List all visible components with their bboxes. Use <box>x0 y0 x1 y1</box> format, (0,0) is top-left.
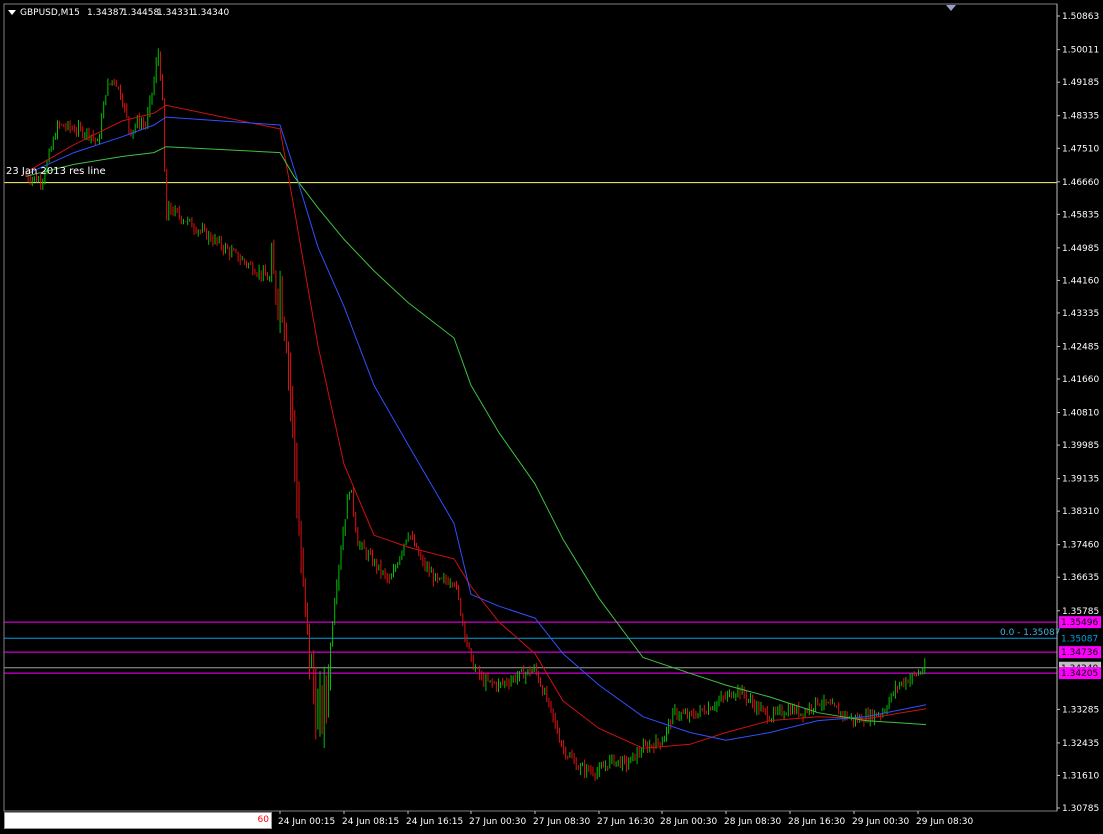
y-tick-label: 1.50011 <box>1062 46 1099 56</box>
axes: 1.50863 1.50011 1.49185 1.48335 1.47510 1.466… <box>3 3 1101 827</box>
close-value: 1.34340 <box>192 8 229 18</box>
y-tick-label: 1.35785 <box>1062 607 1099 617</box>
x-tick-label: 24 Jun 16:15 <box>406 817 463 827</box>
y-tick-label: 1.41660 <box>1062 375 1099 385</box>
y-tick-label: 1.44985 <box>1062 244 1099 254</box>
y-tick-label: 1.44160 <box>1062 276 1099 286</box>
y-tick-label: 1.39135 <box>1062 475 1099 485</box>
scroll-marker-icon[interactable] <box>946 5 956 11</box>
y-tick-label: 1.40810 <box>1062 409 1099 419</box>
plot-frame <box>3 3 1058 812</box>
x-tick-label: 27 Jun 00:30 <box>469 817 526 827</box>
y-tick-label: 1.42485 <box>1062 342 1099 352</box>
y-tick-label: 1.32435 <box>1062 739 1099 749</box>
fib-label: 0.0 - 1.35087 <box>1000 628 1061 638</box>
x-tick-label: 24 Jun 08:15 <box>342 817 399 827</box>
x-tick-label: 27 Jun 08:30 <box>533 817 590 827</box>
y-tick-label: 1.47510 <box>1062 144 1099 154</box>
y-tick-label: 1.48335 <box>1062 112 1099 122</box>
x-tick-label: 28 Jun 16:30 <box>788 817 845 827</box>
high-value: 1.34458 <box>122 8 159 18</box>
moving-average-ma_mid <box>25 116 927 741</box>
price-chart[interactable]: 1.50863 1.50011 1.49185 1.48335 1.47510 1.466… <box>0 0 1103 834</box>
level-tag-label: 1.34205 <box>1061 669 1098 679</box>
y-tick-label: 1.36635 <box>1062 573 1099 583</box>
period-input[interactable]: 60 <box>4 812 272 829</box>
level-tag-label: 1.34736 <box>1061 648 1098 658</box>
y-tick-label: 1.38310 <box>1062 507 1099 517</box>
x-tick-label: 29 Jun 00:30 <box>852 817 909 827</box>
y-tick-label: 1.33285 <box>1062 705 1099 715</box>
chart-header: GBPUSD,M15 1.34387 1.34458 1.34331 1.343… <box>8 5 956 18</box>
y-tick-label: 1.43335 <box>1062 309 1099 319</box>
candles <box>25 48 926 782</box>
y-tick-label: 1.50863 <box>1062 12 1099 22</box>
y-tick-label: 1.30785 <box>1062 804 1099 814</box>
open-value: 1.34387 <box>87 8 124 18</box>
y-tick-label: 1.31610 <box>1062 771 1099 781</box>
y-tick-label: 1.45835 <box>1062 210 1099 220</box>
x-tick-label: 27 Jun 16:30 <box>597 817 654 827</box>
y-tick-label: 1.39985 <box>1062 441 1099 451</box>
y-tick-label: 1.37460 <box>1062 541 1099 551</box>
y-tick-label: 1.46660 <box>1062 178 1099 188</box>
x-tick-label: 29 Jun 08:30 <box>916 817 973 827</box>
level-tag-label: 1.35087 <box>1061 634 1098 644</box>
symbol-label: GBPUSD,M15 <box>20 8 80 18</box>
x-tick-label: 28 Jun 00:30 <box>660 817 717 827</box>
level-tag-label: 1.35496 <box>1061 618 1098 628</box>
res-line-label: 23 Jan 2013 res line <box>6 166 106 177</box>
plot-area[interactable] <box>4 48 1057 782</box>
x-tick-label: 24 Jun 00:15 <box>278 817 335 827</box>
y-tick-label: 1.49185 <box>1062 78 1099 88</box>
low-value: 1.34331 <box>157 8 194 18</box>
x-tick-label: 28 Jun 08:30 <box>724 817 781 827</box>
dropdown-arrow-icon[interactable] <box>8 10 16 15</box>
